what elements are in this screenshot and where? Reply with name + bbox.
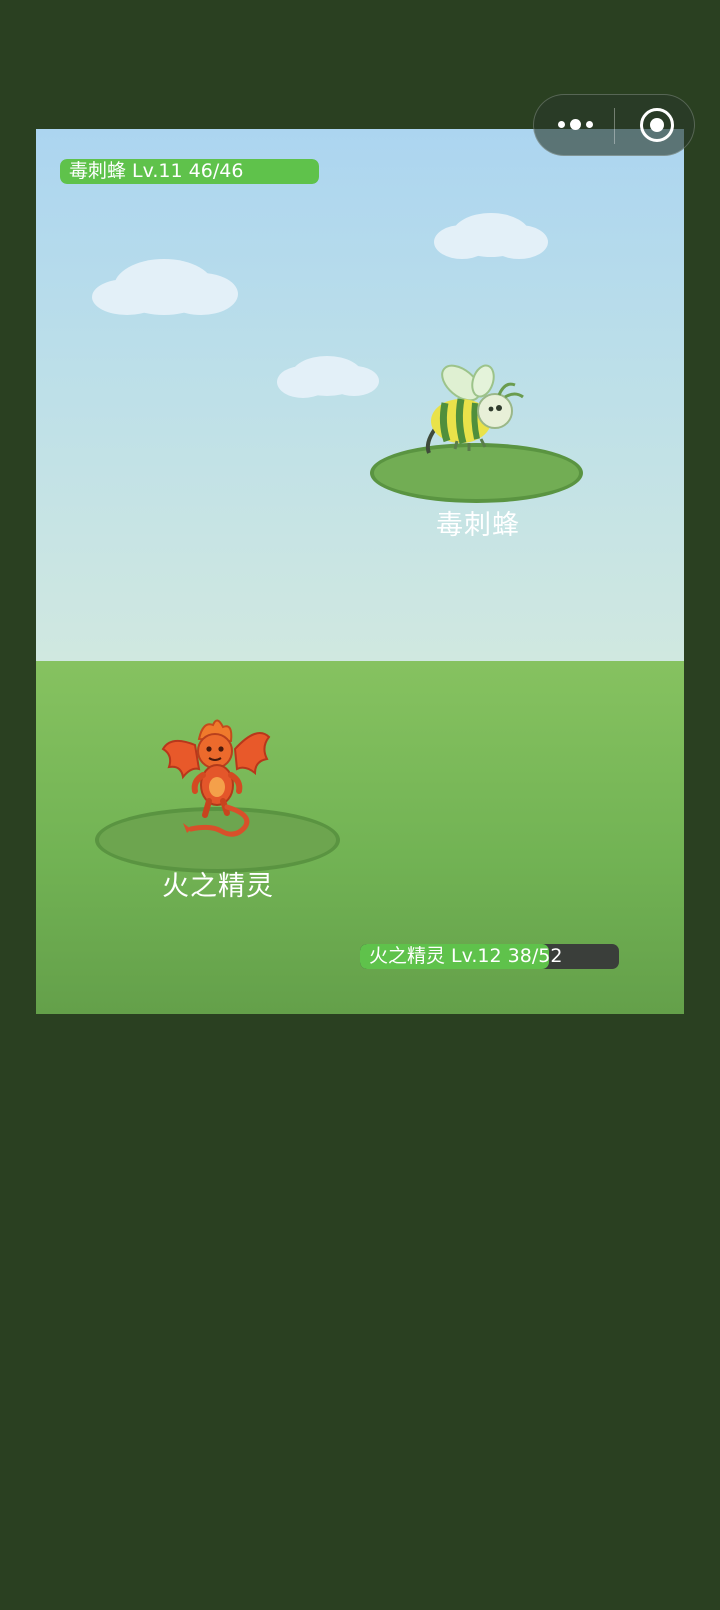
cloud [92, 259, 242, 319]
cloud [277, 356, 380, 398]
player-name: 火之精灵 [162, 871, 274, 902]
fire-spirit-sprite[interactable] [161, 715, 273, 841]
capsule-divider [614, 108, 615, 144]
miniprogram-capsule [533, 94, 695, 156]
target-circle-icon[interactable] [640, 108, 674, 142]
battle-scene: 毒刺蜂 Lv.11 46/46 毒刺蜂 火之精灵 火之精灵 Lv.12 38/5… [36, 129, 684, 1014]
more-dots-icon[interactable] [556, 95, 596, 155]
enemy-name: 毒刺蜂 [436, 510, 520, 541]
player-hp-label: 火之精灵 Lv.12 38/52 [369, 945, 563, 967]
poison-bee-sprite[interactable] [419, 357, 529, 469]
cloud [434, 213, 549, 259]
enemy-hp-bar: 毒刺蜂 Lv.11 46/46 [60, 159, 319, 184]
player-hp-bar: 火之精灵 Lv.12 38/52 [360, 944, 619, 969]
enemy-hp-label: 毒刺蜂 Lv.11 46/46 [69, 160, 244, 182]
